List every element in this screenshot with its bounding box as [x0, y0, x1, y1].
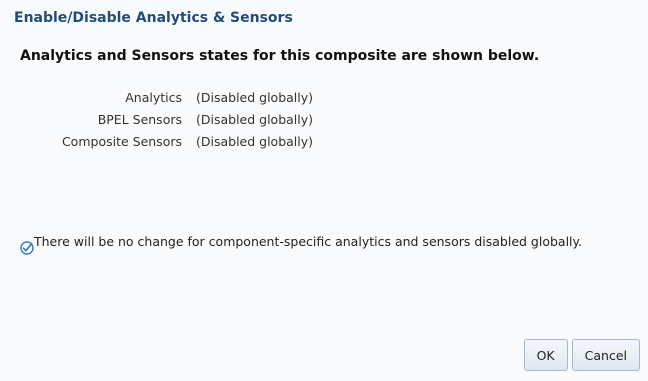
intro-text: Analytics and Sensors states for this co… [20, 48, 540, 64]
analytics-label: Analytics [125, 90, 182, 105]
dialog-title-bar: Enable/Disable Analytics & Sensors [0, 0, 648, 36]
composite-sensors-label: Composite Sensors [61, 134, 182, 149]
button-bar: OK Cancel [523, 339, 640, 371]
dialog-title: Enable/Disable Analytics & Sensors [14, 10, 293, 26]
analytics-value: (Disabled globally) [196, 90, 314, 105]
dialog-content: Analytics and Sensors states for this co… [0, 48, 648, 149]
note-text: There will be no change for component-sp… [34, 234, 583, 249]
bpel-sensors-label: BPEL Sensors [97, 112, 182, 127]
analytics-sensors-dialog: Enable/Disable Analytics & Sensors Analy… [0, 0, 648, 381]
composite-sensors-value: (Disabled globally) [196, 134, 314, 149]
states-list: Analytics (Disabled globally) BPEL Senso… [20, 90, 630, 149]
cancel-button[interactable]: Cancel [571, 339, 640, 371]
bpel-sensors-value: (Disabled globally) [196, 112, 314, 127]
ok-button[interactable]: OK [523, 339, 568, 371]
check-badge-icon [20, 241, 34, 255]
info-note: There will be no change for component-sp… [20, 233, 630, 255]
